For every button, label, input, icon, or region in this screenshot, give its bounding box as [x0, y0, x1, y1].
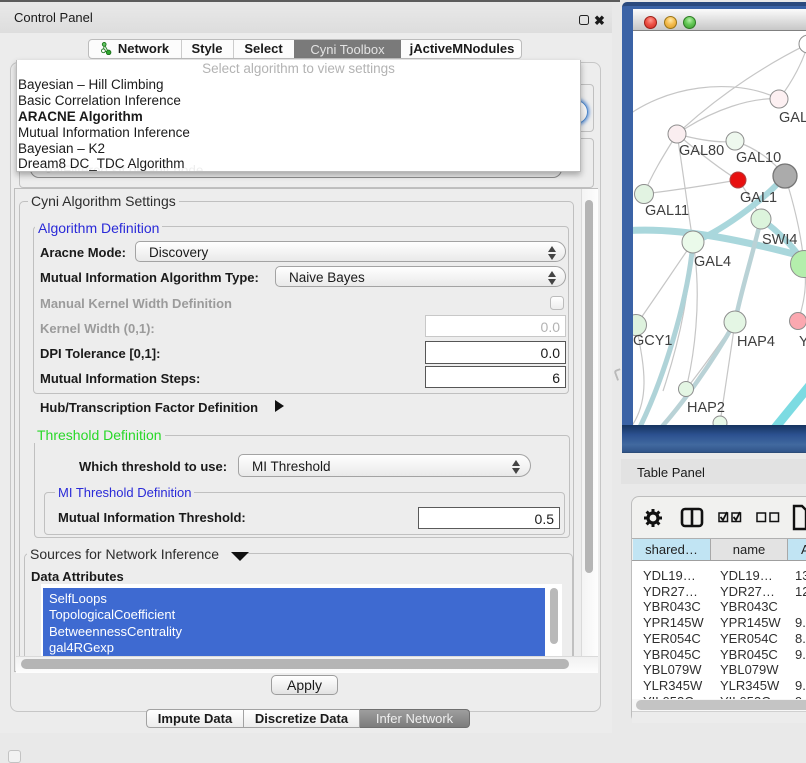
svg-text:GCY1: GCY1 — [633, 333, 673, 349]
svg-text:GAL7: GAL7 — [779, 110, 806, 126]
svg-text:Y: Y — [799, 334, 806, 350]
svg-text:GAL4: GAL4 — [694, 254, 731, 270]
svg-text:GAL80: GAL80 — [679, 143, 724, 159]
svg-text:HAP4: HAP4 — [737, 334, 775, 350]
svg-text:HAP2: HAP2 — [687, 400, 725, 416]
svg-text:GAL11: GAL11 — [645, 203, 689, 219]
svg-text:SWI4: SWI4 — [762, 232, 797, 248]
svg-text:GAL10: GAL10 — [736, 150, 781, 166]
svg-text:GAL1: GAL1 — [740, 190, 777, 206]
